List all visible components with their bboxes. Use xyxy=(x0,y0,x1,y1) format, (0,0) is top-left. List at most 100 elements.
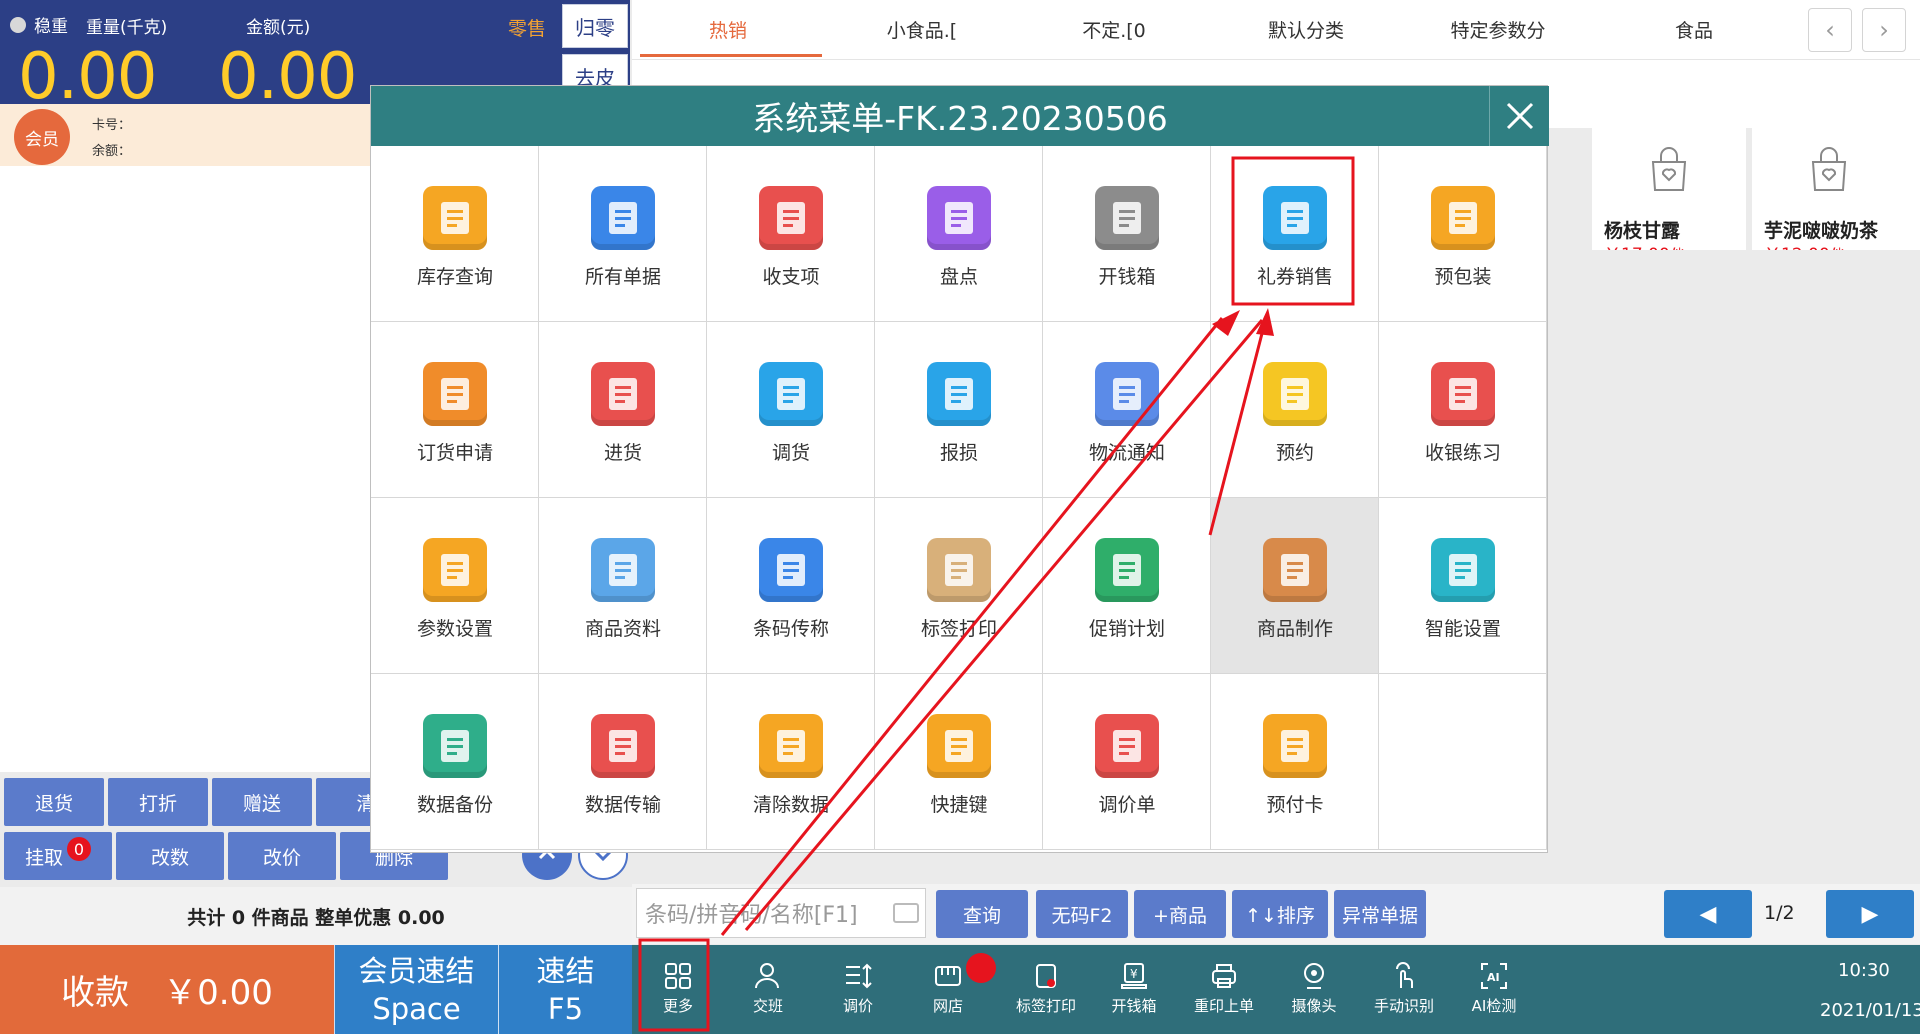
page-next-button[interactable]: ▶ xyxy=(1826,890,1914,938)
prepackage-icon xyxy=(1431,186,1495,250)
active-tab-underline xyxy=(640,54,822,57)
add-product-button[interactable]: +商品 xyxy=(1134,890,1226,938)
quick-settle-key: F5 xyxy=(547,991,584,1026)
menu-item-label: 促销计划 xyxy=(1088,618,1165,640)
tab-default-category[interactable]: 默认分类 xyxy=(1226,16,1386,43)
menu-item-smart-settings[interactable]: 智能设置 xyxy=(1379,498,1547,674)
menu-item-label: 数据传输 xyxy=(584,794,661,816)
clock-date: 2021/01/13 xyxy=(1820,1000,1920,1021)
documents-icon xyxy=(591,186,655,250)
menu-item-income-expense[interactable]: 收支项 xyxy=(707,146,875,322)
checkout-button[interactable]: 收款 ￥0.00 xyxy=(0,945,334,1034)
tab-food[interactable]: 食品 xyxy=(1614,16,1774,43)
open-cash-drawer-label: 开钱箱 xyxy=(1111,997,1157,1015)
gift-button[interactable]: 赠送 xyxy=(212,778,312,826)
member-bar[interactable]: 会员 卡号： 余额： xyxy=(0,104,372,166)
product-name: 芋泥啵啵奶茶 xyxy=(1764,220,1879,242)
query-button[interactable]: 查询 xyxy=(936,890,1028,938)
discount-button[interactable]: 打折 xyxy=(108,778,208,826)
menu-item-label: 条码传称 xyxy=(752,618,829,640)
menu-item-inventory-search[interactable]: 库存查询 xyxy=(371,146,539,322)
member-quick-settle-label: 会员速结 xyxy=(358,953,475,988)
tab-prev-button[interactable]: ‹ xyxy=(1808,8,1852,52)
menu-item-product-info[interactable]: 商品资料 xyxy=(539,498,707,674)
hang-retrieve-button[interactable]: 挂取 0 xyxy=(4,832,112,880)
shopping-bag-icon xyxy=(1811,147,1847,191)
promotion-plan-icon xyxy=(1095,538,1159,602)
menu-item-purchase[interactable]: 进货 xyxy=(539,322,707,498)
tab-snacks[interactable]: 小食品.[ xyxy=(842,16,1002,43)
close-button[interactable] xyxy=(1489,86,1549,146)
menu-item-product-making[interactable]: 商品制作 xyxy=(1211,498,1379,674)
member-badge[interactable]: 会员 xyxy=(14,109,70,165)
product-card[interactable]: 芋泥啵啵奶茶 ￥12.00/* xyxy=(1752,128,1920,250)
price-adjust-button[interactable]: 调价 xyxy=(818,955,898,1027)
menu-item-order-request[interactable]: 订货申请 xyxy=(371,322,539,498)
store-icon xyxy=(935,966,961,986)
tab-hot-sales[interactable]: 热销 xyxy=(648,16,808,43)
ai-detection-button[interactable]: AI AI检测 xyxy=(1454,955,1534,1027)
clear-data-icon xyxy=(759,714,823,778)
manual-recognition-button[interactable]: 手动识别 xyxy=(1364,955,1444,1027)
weight-label: 重量(千克) xyxy=(86,18,168,38)
page-prev-button[interactable]: ◀ xyxy=(1664,890,1752,938)
svg-text:¥: ¥ xyxy=(1130,967,1138,981)
menu-item-price-adjust-sheet[interactable]: 调价单 xyxy=(1043,674,1211,850)
camera-button[interactable]: 摄像头 xyxy=(1274,955,1354,1027)
menu-item-appointment[interactable]: 预约 xyxy=(1211,322,1379,498)
menu-item-data-backup[interactable]: 数据备份 xyxy=(371,674,539,850)
abnormal-orders-button[interactable]: 异常单据 xyxy=(1334,890,1426,938)
menu-item-label-print[interactable]: 标签打印 xyxy=(875,498,1043,674)
menu-item-transfer[interactable]: 调货 xyxy=(707,322,875,498)
menu-item-data-transfer[interactable]: 数据传输 xyxy=(539,674,707,850)
data-backup-icon xyxy=(423,714,487,778)
tab-next-button[interactable]: › xyxy=(1862,8,1906,52)
menu-item-promotion-plan[interactable]: 促销计划 xyxy=(1043,498,1211,674)
tab-specific-params[interactable]: 特定参数分 xyxy=(1418,16,1578,43)
no-code-button[interactable]: 无码F2 xyxy=(1036,890,1128,938)
return-goods-button[interactable]: 退货 xyxy=(4,778,104,826)
open-cash-drawer-button[interactable]: ¥ 开钱箱 xyxy=(1094,955,1174,1027)
menu-item-cashier-practice[interactable]: 收银练习 xyxy=(1379,322,1547,498)
menu-item-documents[interactable]: 所有单据 xyxy=(539,146,707,322)
quick-settle-button[interactable]: 速结 F5 xyxy=(498,945,632,1034)
search-input[interactable]: 条码/拼音码/名称[F1] xyxy=(636,888,926,938)
menu-item-cash-drawer[interactable]: 开钱箱 xyxy=(1043,146,1211,322)
menu-item-logistics[interactable]: 物流通知 xyxy=(1043,322,1211,498)
product-card[interactable]: 杨枝甘露 ￥17.00/* xyxy=(1592,128,1746,250)
checkout-label: 收款 xyxy=(61,973,130,1013)
system-menu-title: 系统菜单-FK.23.20230506 xyxy=(752,99,1168,138)
cashier-practice-icon xyxy=(1431,362,1495,426)
order-summary: 共计 0 件商品 整单优惠 0.00 xyxy=(0,887,632,945)
label-print-label: 标签打印 xyxy=(1015,997,1076,1015)
shift-handover-button[interactable]: 交班 xyxy=(728,955,808,1027)
stable-indicator: 稳重 xyxy=(10,12,68,37)
label-print-button[interactable]: 标签打印 xyxy=(1002,955,1090,1027)
member-quick-settle-button[interactable]: 会员速结 Space xyxy=(334,945,498,1034)
keyboard-icon[interactable] xyxy=(893,903,919,923)
change-price-button[interactable]: 改价 xyxy=(228,832,336,880)
menu-item-barcode-scale[interactable]: 条码传称 xyxy=(707,498,875,674)
label-printer-icon xyxy=(1036,964,1056,988)
more-button[interactable]: 更多 xyxy=(638,955,718,1027)
menu-item-stocktake[interactable]: 盘点 xyxy=(875,146,1043,322)
menu-item-label: 清除数据 xyxy=(752,794,829,816)
quick-settle-label: 速结 xyxy=(536,953,595,988)
menu-item-label: 收支项 xyxy=(762,266,820,288)
menu-item-label: 库存查询 xyxy=(416,266,493,288)
menu-item-loss-report[interactable]: 报损 xyxy=(875,322,1043,498)
amount-value: 0.00 xyxy=(218,40,357,114)
sort-button[interactable]: ↑↓排序 xyxy=(1232,890,1328,938)
menu-item-gift-coupon[interactable]: 礼券销售 xyxy=(1211,146,1379,322)
tab-indefinite[interactable]: 不定.[0 xyxy=(1034,16,1194,43)
menu-item-prepackage[interactable]: 预包装 xyxy=(1379,146,1547,322)
change-quantity-button[interactable]: 改数 xyxy=(116,832,224,880)
hang-count-badge: 0 xyxy=(67,837,91,861)
menu-item-prepaid-card[interactable]: 预付卡 xyxy=(1211,674,1379,850)
menu-item-parameter-settings[interactable]: 参数设置 xyxy=(371,498,539,674)
menu-item-shortcut-keys[interactable]: 快捷键 xyxy=(875,674,1043,850)
zero-button[interactable]: 归零 xyxy=(562,4,628,48)
menu-item-clear-data[interactable]: 清除数据 xyxy=(707,674,875,850)
reprint-last-button[interactable]: 重印上单 xyxy=(1184,955,1264,1027)
shortcut-keys-icon xyxy=(927,714,991,778)
